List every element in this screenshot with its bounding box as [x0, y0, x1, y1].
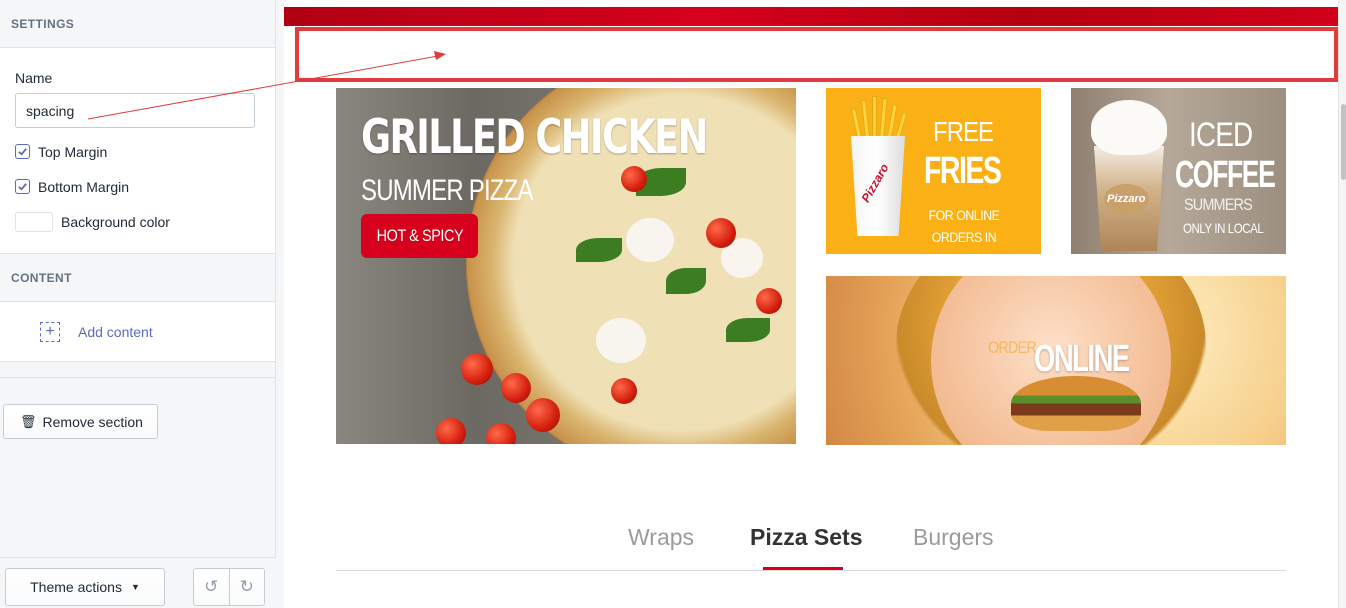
active-tab-indicator [763, 567, 843, 570]
redo-icon: ↻ [239, 577, 254, 596]
tomato-shape [756, 288, 782, 314]
preview-scrollbar[interactable] [1338, 0, 1346, 608]
add-content-label: Add content [78, 323, 153, 340]
redo-button[interactable]: ↻ [230, 569, 265, 605]
hot-spicy-button[interactable]: HOT & SPICY [361, 214, 478, 258]
remove-section-button[interactable]: 🗑 Remove section [3, 404, 158, 439]
caret-down-icon: ▼ [130, 582, 140, 592]
bottom-margin-row[interactable]: Bottom Margin [15, 169, 260, 204]
whipped-cream-image [1091, 100, 1167, 155]
tab-wraps[interactable]: Wraps [628, 524, 694, 551]
add-content-button[interactable]: + Add content [0, 302, 275, 362]
theme-actions-button[interactable]: Theme actions ▼ [5, 568, 165, 606]
online-line1: ORDER [988, 338, 1037, 357]
fries-line1: FREE [933, 116, 994, 147]
theme-preview: GRILLED CHICKEN SUMMER PIZZA HOT & SPICY… [284, 0, 1338, 608]
tomato-shape [526, 398, 560, 432]
undo-icon: ↺ [204, 577, 219, 596]
name-label: Name [15, 70, 53, 86]
top-margin-row[interactable]: Top Margin [15, 134, 260, 169]
background-color-label: Background color [61, 213, 170, 230]
name-input[interactable] [15, 93, 255, 128]
header-red-band [284, 7, 1338, 26]
promo-free-fries[interactable]: Pizzaro FREE FRIES FOR ONLINE ORDERS IN … [826, 88, 1041, 254]
divider [0, 362, 275, 378]
hot-spicy-label: HOT & SPICY [376, 226, 463, 245]
preview-scrollbar-thumb[interactable] [1341, 104, 1346, 180]
tab-burgers[interactable]: Burgers [913, 524, 994, 551]
tomato-shape [611, 378, 637, 404]
bottom-margin-checkbox[interactable] [15, 179, 30, 194]
coffee-line1: ICED [1189, 116, 1253, 154]
checkmark-icon [18, 148, 27, 156]
tomato-shape [486, 423, 516, 444]
remove-section-label: Remove section [42, 413, 143, 430]
add-block-icon: + [40, 321, 60, 342]
online-line2: ONLINE [1034, 338, 1130, 380]
coffee-line3: SUMMERS [1184, 195, 1253, 214]
coffee-line4: ONLY IN LOCAL [1183, 220, 1264, 236]
coffee-brand-logo: Pizzaro [1104, 184, 1149, 214]
coffee-line2: COFFEE [1175, 154, 1276, 196]
theme-actions-label: Theme actions [30, 579, 122, 595]
top-margin-label: Top Margin [38, 143, 108, 160]
settings-heading: SETTINGS [0, 0, 275, 48]
settings-sidebar: SETTINGS Name Top Margin Bottom Margin B… [0, 0, 276, 608]
tomato-shape [706, 218, 736, 248]
promo-title: GRILLED CHICKEN [361, 110, 708, 165]
burger-image [1011, 376, 1141, 431]
cheese-shape [626, 218, 674, 262]
tomato-shape [501, 373, 531, 403]
fries-line2: FRIES [924, 150, 1002, 192]
bottom-margin-label: Bottom Margin [38, 178, 130, 195]
tab-pizza-sets[interactable]: Pizza Sets [750, 524, 863, 551]
tomato-shape [436, 418, 466, 444]
promo-iced-coffee[interactable]: Pizzaro ICED COFFEE SUMMERS ONLY IN LOCA… [1071, 88, 1286, 254]
arugula-shape [576, 238, 622, 262]
background-color-swatch[interactable] [15, 211, 53, 232]
arugula-shape [666, 268, 706, 294]
undo-redo-group: ↺ ↻ [193, 568, 265, 606]
promo-subtitle: SUMMER PIZZA [361, 174, 534, 207]
background-color-row: Background color [15, 204, 260, 239]
arugula-shape [726, 318, 770, 342]
top-margin-checkbox[interactable] [15, 144, 30, 159]
settings-panel: Name Top Margin Bottom Margin Background… [0, 48, 275, 254]
undo-button[interactable]: ↺ [194, 569, 230, 605]
product-tabs: Wraps Pizza Sets Burgers [336, 520, 1286, 571]
sidebar-footer: Theme actions ▼ ↺ ↻ [0, 557, 276, 608]
checkmark-icon [18, 183, 27, 191]
tomato-shape [621, 166, 647, 192]
tomato-shape [461, 353, 493, 385]
content-heading: CONTENT [0, 254, 275, 302]
spacing-section-highlight[interactable] [295, 27, 1338, 82]
trash-icon: 🗑 [20, 413, 37, 429]
promo-order-online[interactable]: ORDER ONLINE [826, 276, 1286, 445]
fries-line3: FOR ONLINE ORDERS IN WENSDAYS [928, 207, 1000, 254]
promo-grilled-chicken[interactable]: GRILLED CHICKEN SUMMER PIZZA HOT & SPICY [336, 88, 796, 444]
cheese-shape [596, 318, 646, 363]
